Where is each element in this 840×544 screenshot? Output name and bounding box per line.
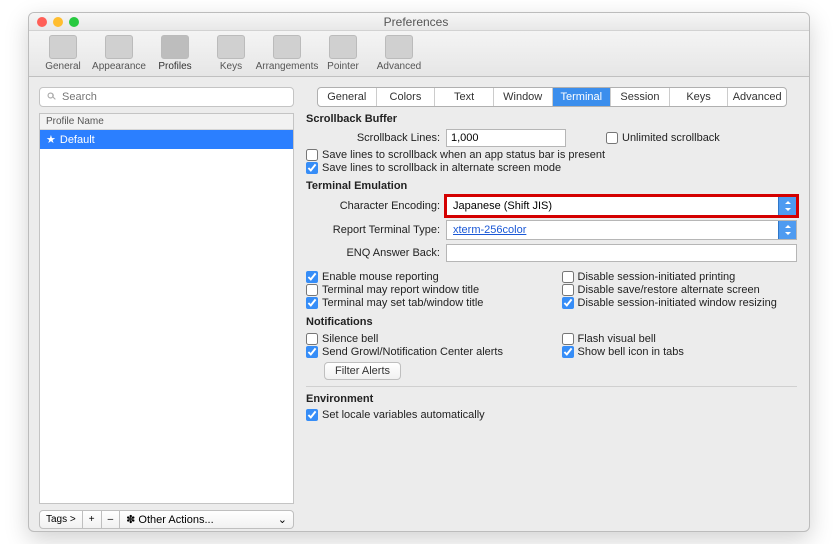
remove-profile-button[interactable]: – bbox=[102, 510, 121, 529]
profile-name: Default bbox=[60, 134, 95, 146]
toolbar-arrangements[interactable]: Arrangements bbox=[259, 33, 315, 76]
tab-window[interactable]: Window bbox=[494, 88, 553, 106]
tab-colors[interactable]: Colors bbox=[377, 88, 436, 106]
toolbar-keys[interactable]: Keys bbox=[203, 33, 259, 76]
growl-alerts-checkbox[interactable]: Send Growl/Notification Center alerts bbox=[306, 346, 542, 358]
report-type-value: xterm-256color bbox=[453, 224, 526, 236]
mouse-reporting-checkbox[interactable]: Enable mouse reporting bbox=[306, 271, 542, 283]
profile-list[interactable]: Profile Name ★ Default bbox=[39, 113, 294, 504]
toolbar-pointer[interactable]: Pointer bbox=[315, 33, 371, 76]
other-actions-button[interactable]: ✽ Other Actions... ⌄ bbox=[120, 510, 294, 529]
profile-row-default[interactable]: ★ Default bbox=[40, 130, 293, 149]
disable-altscreen-checkbox[interactable]: Disable save/restore alternate screen bbox=[562, 284, 798, 296]
tag-bar: Tags > + – ✽ Other Actions... ⌄ bbox=[39, 510, 294, 529]
filter-alerts-button[interactable]: Filter Alerts bbox=[324, 362, 401, 380]
sidebar: Profile Name ★ Default Tags > + – ✽ Othe… bbox=[29, 77, 302, 532]
window-title: Preferences bbox=[79, 15, 753, 29]
scrollback-lines-input[interactable] bbox=[446, 129, 566, 147]
tab-text[interactable]: Text bbox=[435, 88, 494, 106]
toolbar-profiles[interactable]: Profiles bbox=[147, 33, 203, 76]
tags-button[interactable]: Tags > bbox=[39, 510, 83, 529]
enq-answer-input[interactable] bbox=[446, 244, 797, 262]
star-icon: ★ bbox=[46, 133, 56, 146]
scrollback-lines-label: Scrollback Lines: bbox=[306, 132, 446, 144]
zoom-icon[interactable] bbox=[69, 17, 79, 27]
toolbar-appearance[interactable]: Appearance bbox=[91, 33, 147, 76]
encoding-value: Japanese (Shift JIS) bbox=[453, 200, 552, 212]
select-arrow-icon bbox=[778, 221, 796, 239]
tab-advanced[interactable]: Advanced bbox=[728, 88, 786, 106]
emulation-title: Terminal Emulation bbox=[306, 180, 797, 192]
add-profile-button[interactable]: + bbox=[83, 510, 102, 529]
toolbar-general[interactable]: General bbox=[35, 33, 91, 76]
character-encoding-select[interactable]: Japanese (Shift JIS) bbox=[446, 196, 797, 216]
silence-bell-checkbox[interactable]: Silence bell bbox=[306, 333, 542, 345]
chevron-down-icon: ⌄ bbox=[278, 513, 287, 526]
report-window-title-checkbox[interactable]: Terminal may report window title bbox=[306, 284, 542, 296]
bell-icon-tabs-checkbox[interactable]: Show bell icon in tabs bbox=[562, 346, 798, 358]
profile-search[interactable] bbox=[39, 87, 294, 107]
titlebar: Preferences bbox=[29, 13, 809, 31]
notifications-title: Notifications bbox=[306, 316, 797, 328]
profile-list-header: Profile Name bbox=[40, 114, 293, 130]
minimize-icon[interactable] bbox=[53, 17, 63, 27]
close-icon[interactable] bbox=[37, 17, 47, 27]
report-type-label: Report Terminal Type: bbox=[306, 224, 446, 236]
set-tab-title-checkbox[interactable]: Terminal may set tab/window title bbox=[306, 297, 542, 309]
save-altscreen-checkbox[interactable]: Save lines to scrollback in alternate sc… bbox=[306, 162, 797, 174]
other-actions-label: ✽ Other Actions... bbox=[126, 513, 213, 526]
profile-settings: General Colors Text Window Terminal Sess… bbox=[302, 77, 809, 532]
tab-keys[interactable]: Keys bbox=[670, 88, 729, 106]
disable-printing-checkbox[interactable]: Disable session-initiated printing bbox=[562, 271, 798, 283]
save-statusbar-checkbox[interactable]: Save lines to scrollback when an app sta… bbox=[306, 149, 797, 161]
unlimited-scrollback-checkbox[interactable]: Unlimited scrollback bbox=[606, 132, 720, 144]
toolbar: General Appearance Profiles Keys Arrange… bbox=[29, 31, 809, 77]
tab-general[interactable]: General bbox=[318, 88, 377, 106]
scrollback-title: Scrollback Buffer bbox=[306, 113, 797, 125]
report-terminal-type-select[interactable]: xterm-256color bbox=[446, 220, 797, 240]
tab-session[interactable]: Session bbox=[611, 88, 670, 106]
encoding-label: Character Encoding: bbox=[306, 200, 446, 212]
select-arrow-icon bbox=[778, 197, 796, 215]
toolbar-advanced[interactable]: Advanced bbox=[371, 33, 427, 76]
flash-bell-checkbox[interactable]: Flash visual bell bbox=[562, 333, 798, 345]
preferences-window: Preferences General Appearance Profiles … bbox=[28, 12, 810, 532]
set-locale-checkbox[interactable]: Set locale variables automatically bbox=[306, 409, 797, 421]
search-icon bbox=[46, 91, 58, 103]
profile-tabs: General Colors Text Window Terminal Sess… bbox=[317, 87, 787, 107]
environment-title: Environment bbox=[306, 393, 797, 405]
tab-terminal[interactable]: Terminal bbox=[553, 88, 612, 106]
disable-resize-checkbox[interactable]: Disable session-initiated window resizin… bbox=[562, 297, 798, 309]
search-input[interactable] bbox=[62, 91, 287, 103]
window-controls bbox=[37, 17, 79, 27]
enq-label: ENQ Answer Back: bbox=[306, 247, 446, 259]
